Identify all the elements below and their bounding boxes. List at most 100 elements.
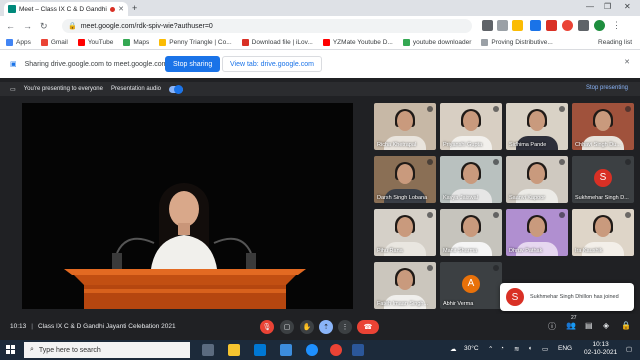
participant-tile[interactable]: Ira Kaushik	[572, 209, 634, 256]
close-window-icon[interactable]: ✕	[624, 2, 631, 11]
participant-name: Sidhima Pande	[509, 142, 547, 148]
close-tab-icon[interactable]: ✕	[118, 5, 124, 13]
participant-tile[interactable]: S Sukhmehar Singh D...	[572, 156, 634, 203]
participant-tile[interactable]: Sidhima Pande	[506, 103, 568, 150]
participant-tile[interactable]: Pihu Rana	[374, 209, 436, 256]
sharing-infobar: ▣ Sharing drive.google.com to meet.googl…	[0, 50, 640, 78]
word-icon[interactable]	[352, 344, 364, 356]
bookmark-maps[interactable]: Maps	[123, 39, 149, 46]
participant-name: Abhir Verma	[443, 301, 474, 307]
participant-tile[interactable]: Manit Sharma	[440, 209, 502, 256]
temperature[interactable]: 30°C	[464, 345, 479, 352]
url-text: meet.google.com/rdk-spiv-wie?authuser=0	[80, 22, 213, 30]
reading-list[interactable]: Reading list	[598, 39, 632, 46]
activities-icon[interactable]: ◈	[603, 321, 609, 330]
bookmark-icon	[241, 39, 249, 46]
search-icon: ⌕	[30, 346, 34, 353]
camera-button[interactable]: ▢	[280, 320, 294, 334]
bookmark-download[interactable]: Download file | iLov...	[241, 39, 313, 46]
participant-tile[interactable]: Priyanshi Gupta	[440, 103, 502, 150]
puzzle-icon[interactable]	[578, 20, 589, 31]
muted-mic-icon	[427, 159, 433, 165]
wifi-icon[interactable]: ≋	[514, 345, 519, 353]
maximize-icon[interactable]: ❐	[604, 2, 611, 11]
more-options-button[interactable]: ⋮	[338, 320, 352, 334]
browser-tab[interactable]: Meet – Class IX C & D Gandhi ✕	[4, 2, 128, 16]
volume-icon[interactable]: ◖	[528, 345, 532, 352]
bookmark-downloader[interactable]: youtube downloader	[402, 39, 471, 46]
share-icon[interactable]	[497, 20, 508, 31]
people-icon[interactable]: 👥	[566, 321, 576, 330]
close-infobar-icon[interactable]: ✕	[624, 58, 630, 66]
clock-date: 02-10-2021	[584, 349, 618, 356]
bookmark-apps[interactable]: Apps	[6, 39, 31, 46]
participant-tile[interactable]: Kavya Jaiswal	[440, 156, 502, 203]
participant-face	[463, 164, 479, 185]
muted-mic-icon	[493, 265, 499, 271]
gmail-icon	[40, 39, 48, 46]
reload-icon[interactable]: ↻	[40, 21, 48, 32]
tray-chevron-icon[interactable]: ⌃	[488, 345, 493, 353]
chat-icon[interactable]: ▤	[585, 321, 593, 330]
profile-avatar-icon[interactable]	[594, 20, 605, 31]
mail-icon[interactable]	[254, 344, 266, 356]
file-explorer-icon[interactable]	[228, 344, 240, 356]
participant-grid: Richa Khetrapal Priyanshi Gupta Sidhima Pa…	[374, 103, 636, 309]
participant-tile[interactable]: Fateh Imaan Singh...	[374, 262, 436, 309]
participant-tile[interactable]: Saanvi Kapoor	[506, 156, 568, 203]
bookmark-youtube[interactable]: YouTube	[77, 39, 113, 46]
bookmark-gmail[interactable]: Gmail	[40, 39, 68, 46]
mic-off-button[interactable]: 🎙	[260, 320, 274, 334]
extension-icon[interactable]	[530, 20, 541, 31]
participant-name: Chhavi Singh Du...	[575, 142, 621, 148]
stop-sharing-button[interactable]: Stop sharing	[165, 56, 221, 72]
presentation-audio-label: Presentation audio	[110, 86, 162, 92]
presentation-audio-toggle[interactable]	[169, 84, 184, 94]
forward-icon[interactable]: →	[23, 21, 32, 31]
stop-presenting-button[interactable]: Stop presenting	[586, 85, 628, 91]
task-view-icon[interactable]	[202, 344, 214, 356]
raise-hand-button[interactable]: ✋	[300, 320, 314, 334]
participant-avatar: A	[462, 274, 480, 293]
meeting-time: 10:13	[10, 322, 27, 330]
new-tab-button[interactable]: +	[132, 3, 137, 13]
participant-tile[interactable]: A Abhir Verma	[440, 262, 502, 309]
bookmark-icon	[402, 39, 410, 46]
bookmark-penny[interactable]: Penny Triangle | Co...	[159, 39, 232, 46]
participant-name: Dhruv Pathak	[509, 248, 543, 254]
menu-dots-icon[interactable]: ⋮	[612, 20, 623, 31]
participant-tile[interactable]: Darsh Singh Lobana	[374, 156, 436, 203]
bookmark-yzmate[interactable]: YZMate Youtube D...	[322, 39, 393, 46]
participant-tile[interactable]: Chhavi Singh Du...	[572, 103, 634, 150]
participant-face	[397, 217, 413, 238]
leave-call-button[interactable]: ☎	[357, 320, 379, 334]
bookmark-proving[interactable]: Proving Distributive...	[481, 39, 553, 46]
camera-icon[interactable]	[482, 20, 493, 31]
notification-icon[interactable]: ▢	[626, 345, 632, 353]
taskbar-search[interactable]: ⌕ Type here to search	[24, 342, 190, 358]
view-tab-button[interactable]: View tab: drive.google.com	[222, 56, 322, 72]
minimize-icon[interactable]: —	[586, 2, 594, 11]
language-indicator[interactable]: ENG	[558, 345, 572, 352]
chrome-icon[interactable]	[330, 344, 342, 356]
bookmark-icon	[322, 39, 330, 46]
lock-icon: 🔒	[68, 23, 77, 30]
toast-message: Sukhmehar Singh Dhillon has joined	[530, 293, 619, 300]
meeting-details-icon[interactable]: ⓘ	[548, 321, 556, 332]
participant-tile[interactable]: Richa Khetrapal	[374, 103, 436, 150]
store-icon[interactable]	[280, 344, 292, 356]
extension-round-icon[interactable]	[562, 20, 573, 31]
back-icon[interactable]: ←	[6, 21, 15, 31]
battery-icon[interactable]: ▭	[542, 345, 548, 353]
network-icon[interactable]: ◔	[500, 345, 504, 352]
url-field[interactable]: 🔒 meet.google.com/rdk-spiv-wie?authuser=…	[62, 19, 472, 33]
windows-start-icon[interactable]	[6, 345, 16, 355]
bookmark-star-icon[interactable]	[512, 20, 523, 31]
join-notification: S Sukhmehar Singh Dhillon has joined	[500, 283, 634, 311]
present-button[interactable]: ⇡	[319, 320, 333, 334]
participant-tile[interactable]: Dhruv Pathak	[506, 209, 568, 256]
clock[interactable]: 10:13 02-10-2021	[584, 341, 617, 357]
extension-red-icon[interactable]	[546, 20, 557, 31]
edge-icon[interactable]	[306, 344, 318, 356]
host-controls-icon[interactable]: 🔒	[621, 321, 631, 330]
